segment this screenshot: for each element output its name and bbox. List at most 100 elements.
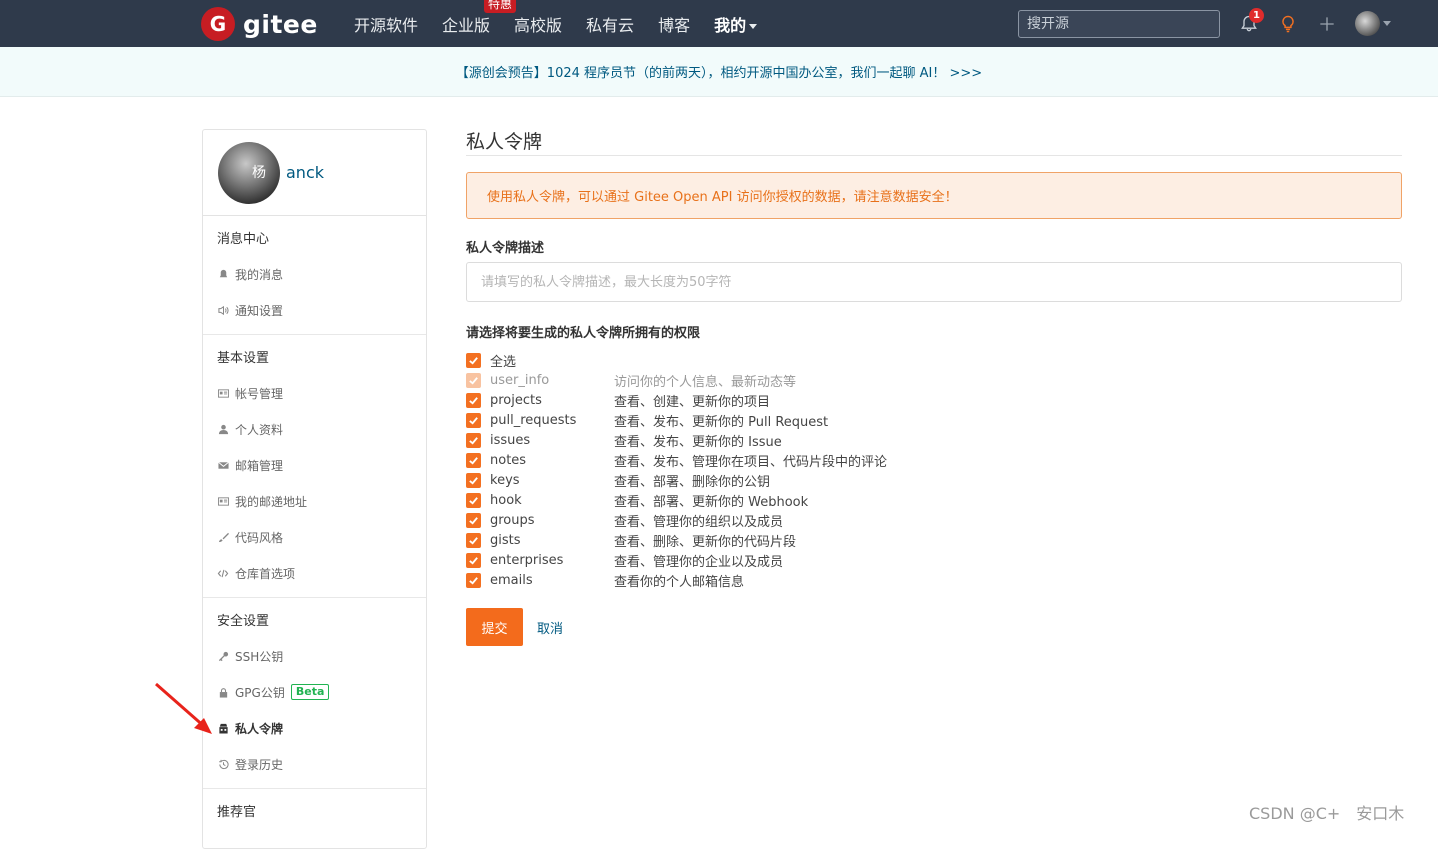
sidebar-item-profile[interactable]: 个人资料 <box>203 411 426 447</box>
sidebar-section-title: 安全设置 <box>217 614 270 629</box>
permission-description: 查看、发布、更新你的 Pull Request <box>614 414 829 430</box>
notification-button[interactable]: 1 <box>1238 7 1264 35</box>
sidebar-item-account[interactable]: 帐号管理 <box>203 375 426 411</box>
id-card-icon <box>217 387 229 399</box>
sidebar-item-ssh-keys[interactable]: SSH公钥 <box>203 638 426 674</box>
permission-checkbox[interactable] <box>466 392 481 408</box>
permission-row: pull_requests 查看、发布、更新你的 Pull Request <box>466 410 1402 430</box>
nav-link-enterprise[interactable]: 企业版 特惠 <box>442 0 517 36</box>
permission-checkbox[interactable] <box>466 452 481 468</box>
permission-name: user_info <box>490 372 550 388</box>
permission-row: user_info 访问你的个人信息、最新动态等 <box>466 370 1402 390</box>
sidebar-item-my-messages[interactable]: 我的消息 <box>203 256 426 292</box>
permission-name: groups <box>490 512 535 528</box>
check-icon <box>469 416 478 425</box>
permission-row: gists 查看、删除、更新你的代码片段 <box>466 530 1402 550</box>
sidebar-item-gpg-keys[interactable]: GPG公钥 Beta <box>203 674 426 710</box>
nav-link-label: 开源软件 <box>354 15 419 35</box>
bell-icon <box>217 268 229 280</box>
sidebar-item-label: GPG公钥 <box>235 685 285 700</box>
permission-checkbox[interactable] <box>466 492 481 508</box>
permission-checkbox <box>466 372 481 388</box>
permission-description: 查看、部署、更新你的 Webhook <box>614 494 809 510</box>
check-icon <box>469 496 478 505</box>
nav-link-label: 私有云 <box>586 15 635 35</box>
check-icon <box>469 356 478 365</box>
permission-row: notes 查看、发布、管理你在项目、代码片段中的评论 <box>466 450 1402 470</box>
permission-name: gists <box>490 532 521 548</box>
permission-row: issues 查看、发布、更新你的 Issue <box>466 430 1402 450</box>
check-icon <box>469 556 478 565</box>
sidebar-item-label: 私人令牌 <box>235 721 284 736</box>
sidebar-item-private-token[interactable]: 私人令牌 <box>203 710 426 746</box>
token-description-input[interactable] <box>466 262 1402 302</box>
nav-link-mine[interactable]: 我的 <box>714 12 758 36</box>
avatar-text: 杨 <box>252 164 266 181</box>
permission-checkbox[interactable] <box>466 432 481 448</box>
sidebar-item-repo-preferences[interactable]: 仓库首选项 <box>203 555 426 591</box>
permission-checkbox[interactable] <box>466 512 481 528</box>
gitee-logo-icon: G <box>201 7 235 41</box>
submit-button[interactable]: 提交 <box>466 608 523 646</box>
select-all-row: 全选 <box>466 350 1402 370</box>
check-icon <box>469 396 478 405</box>
sidebar-item-label: 仓库首选项 <box>235 566 296 581</box>
sidebar-item-notify-settings[interactable]: 通知设置 <box>203 292 426 328</box>
sidebar-item-label: 个人资料 <box>235 422 284 437</box>
sidebar-item-label: 登录历史 <box>235 757 284 772</box>
search-input[interactable] <box>1018 10 1220 38</box>
permission-checkbox[interactable] <box>466 532 481 548</box>
nav-link-opensource[interactable]: 开源软件 <box>354 12 418 36</box>
key-icon <box>217 650 229 662</box>
beta-badge: Beta <box>290 684 330 700</box>
sidebar-item-address[interactable]: 我的邮递地址 <box>203 483 426 519</box>
permission-checkbox[interactable] <box>466 472 481 488</box>
permission-description: 查看你的个人邮箱信息 <box>614 574 745 590</box>
avatar[interactable]: 杨 <box>218 141 280 204</box>
sidebar-item-email[interactable]: 邮箱管理 <box>203 447 426 483</box>
special-offer-badge: 特惠 <box>484 0 517 13</box>
profile-card: 杨 anck <box>203 130 426 216</box>
permission-name: projects <box>490 392 542 408</box>
user-menu-button[interactable] <box>1355 11 1391 36</box>
permission-checkbox[interactable] <box>466 552 481 568</box>
select-all-checkbox[interactable] <box>466 352 481 368</box>
nav-link-label: 我的 <box>714 15 747 35</box>
check-icon <box>469 376 478 385</box>
announcement-link[interactable]: 【源创会预告】1024 程序员节（的前两天），相约开源中国办公室，我们一起聊 A… <box>456 62 982 81</box>
username-link[interactable]: anck <box>286 163 324 182</box>
top-navbar: G gitee 开源软件 企业版 特惠 高校版 私有云 博客 我的 1 <box>0 0 1438 47</box>
permission-checkbox[interactable] <box>466 412 481 428</box>
sidebar-section-security: 安全设置 SSH公钥 GPG公钥 Beta 私人令牌 登录历史 <box>203 598 426 789</box>
check-icon <box>469 516 478 525</box>
permission-row: emails 查看你的个人邮箱信息 <box>466 570 1402 590</box>
cancel-link[interactable]: 取消 <box>537 618 563 637</box>
nav-link-label: 高校版 <box>514 15 563 35</box>
permission-name: emails <box>490 572 533 588</box>
permission-name: issues <box>490 432 531 448</box>
create-button[interactable] <box>1316 13 1338 35</box>
idea-button[interactable] <box>1277 13 1299 35</box>
gitee-logo[interactable]: G gitee <box>201 7 318 41</box>
nav-link-private-cloud[interactable]: 私有云 <box>586 12 634 36</box>
chevron-down-icon <box>1383 21 1391 26</box>
sidebar-item-label: 邮箱管理 <box>235 458 284 473</box>
check-icon <box>469 576 478 585</box>
permission-description: 查看、发布、更新你的 Issue <box>614 434 782 450</box>
token-description-label: 私人令牌描述 <box>466 241 545 256</box>
check-icon <box>469 456 478 465</box>
permission-description: 查看、部署、删除你的公钥 <box>614 474 771 490</box>
nav-link-label: 企业版 <box>442 15 491 35</box>
sidebar-item-login-history[interactable]: 登录历史 <box>203 746 426 782</box>
chevron-down-icon <box>749 23 758 29</box>
nav-link-education[interactable]: 高校版 <box>514 12 562 36</box>
permission-checkbox[interactable] <box>466 572 481 588</box>
permission-description: 访问你的个人信息、最新动态等 <box>614 374 797 390</box>
watermark: CSDN @C+ 安口木 <box>1249 804 1405 823</box>
sidebar-item-code-style[interactable]: 代码风格 <box>203 519 426 555</box>
permission-name: keys <box>490 472 520 488</box>
select-all-label: 全选 <box>490 354 517 370</box>
permission-row: enterprises 查看、管理你的企业以及成员 <box>466 550 1402 570</box>
nav-link-blog[interactable]: 博客 <box>658 12 690 36</box>
avatar <box>1355 11 1380 36</box>
